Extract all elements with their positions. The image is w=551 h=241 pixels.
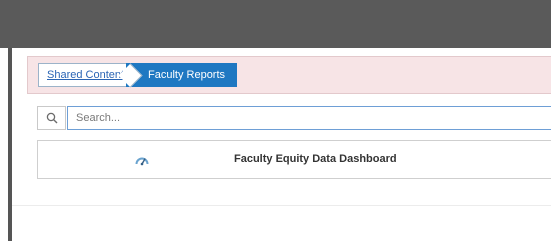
search-icon	[46, 112, 57, 124]
breadcrumb: Shared Content Faculty Reports	[27, 56, 551, 94]
dashboard-list-item[interactable]: Faculty Equity Data Dashboard	[37, 140, 551, 179]
divider	[12, 205, 551, 206]
dashboard-title[interactable]: Faculty Equity Data Dashboard	[234, 153, 397, 165]
app-top-bar	[0, 0, 551, 48]
search-input[interactable]	[67, 106, 551, 130]
breadcrumb-link-shared-content[interactable]: Shared Content	[38, 63, 134, 87]
search-row	[37, 106, 551, 130]
gauge-icon	[135, 157, 149, 166]
search-button[interactable]	[37, 106, 66, 130]
left-edge-bar	[8, 48, 12, 241]
